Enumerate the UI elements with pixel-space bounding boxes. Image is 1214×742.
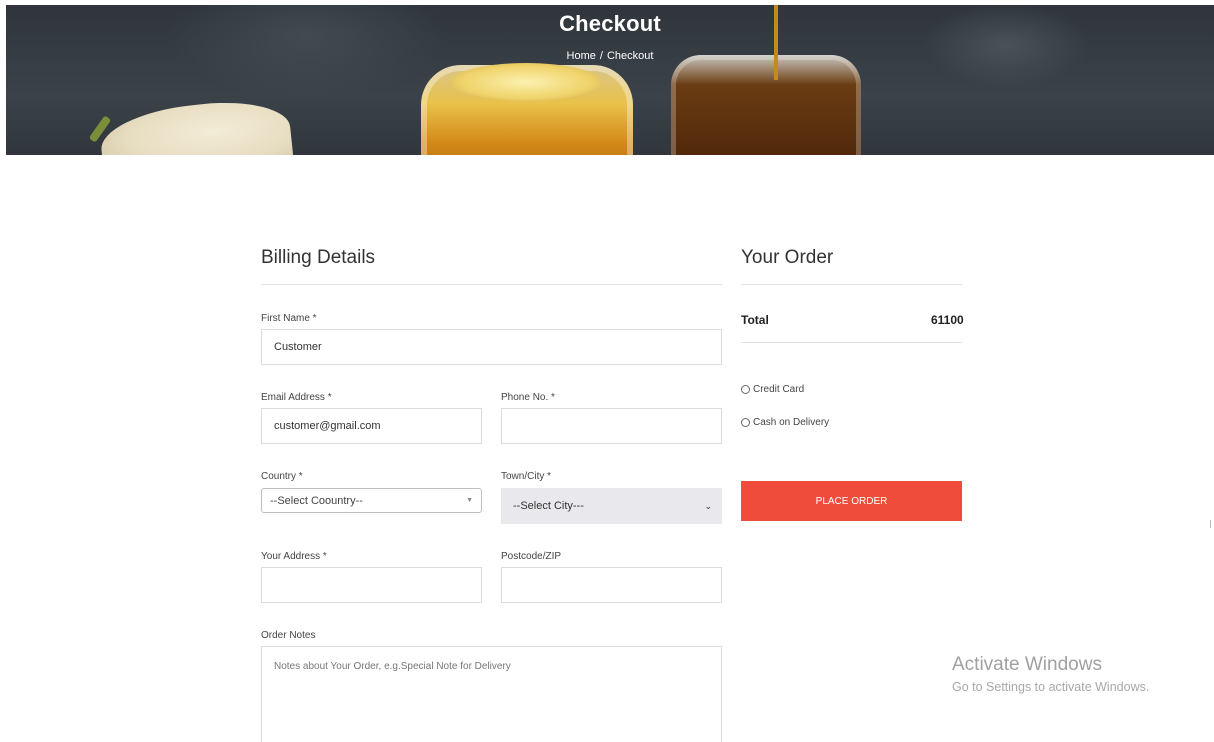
order-heading: Your Order — [741, 247, 834, 268]
place-order-button[interactable]: PLACE ORDER — [741, 481, 962, 521]
country-select-value: --Select Coountry-- — [270, 494, 363, 507]
honey-jar-top-image — [451, 63, 601, 101]
first-name-field[interactable]: Customer — [261, 329, 722, 365]
email-field[interactable]: customer@gmail.com — [261, 408, 482, 444]
breadcrumb: Home / Checkout — [6, 50, 1214, 62]
order-notes-label: Order Notes — [261, 630, 316, 641]
city-label: Town/City * — [501, 471, 552, 482]
watermark-title: Activate Windows — [952, 654, 1102, 675]
city-select-value: --Select City--- — [513, 500, 584, 512]
postcode-label: Postcode/ZIP — [501, 551, 562, 562]
payment-cod-label: Cash on Delivery — [753, 417, 830, 428]
radio-circle-icon — [741, 418, 750, 427]
first-name-label: First Name * — [261, 313, 317, 324]
payment-cod-radio[interactable]: Cash on Delivery — [741, 417, 829, 428]
dark-honey-jar-image — [671, 55, 861, 155]
order-divider-top — [741, 284, 962, 285]
breadcrumb-home[interactable]: Home — [567, 50, 596, 62]
hero-banner: Checkout Home / Checkout — [6, 5, 1214, 155]
breadcrumb-current: Checkout — [606, 50, 654, 62]
country-select[interactable]: --Select Coountry-- ▼ — [261, 488, 482, 513]
honeycomb-image — [97, 95, 295, 155]
scrollbar-edge — [1210, 520, 1211, 528]
payment-credit-card-label: Credit Card — [753, 384, 805, 395]
billing-heading: Billing Details — [261, 247, 376, 268]
order-notes-field[interactable]: Notes about Your Order, e.g.Special Note… — [261, 646, 722, 742]
phone-field[interactable] — [501, 408, 722, 444]
total-label: Total — [741, 313, 769, 327]
phone-label: Phone No. * — [501, 392, 555, 403]
address-label: Your Address * — [261, 551, 327, 562]
radio-circle-icon — [741, 385, 750, 394]
billing-divider — [261, 284, 722, 285]
dropdown-caret-icon: ▼ — [466, 497, 473, 504]
postcode-field[interactable] — [501, 567, 722, 603]
country-label: Country * — [261, 471, 303, 482]
chevron-down-icon: ⌄ — [704, 500, 712, 511]
order-divider-bottom — [741, 342, 962, 343]
address-field[interactable] — [261, 567, 482, 603]
windows-activation-watermark: Activate Windows Go to Settings to activ… — [952, 654, 1149, 694]
city-select[interactable]: --Select City--- ⌄ — [501, 488, 722, 524]
total-value: 61100 — [931, 313, 964, 327]
breadcrumb-separator: / — [599, 50, 603, 62]
page-title: Checkout — [559, 11, 661, 36]
email-label: Email Address * — [261, 392, 332, 403]
watermark-subtitle: Go to Settings to activate Windows. — [952, 680, 1150, 694]
payment-credit-card-radio[interactable]: Credit Card — [741, 384, 804, 395]
